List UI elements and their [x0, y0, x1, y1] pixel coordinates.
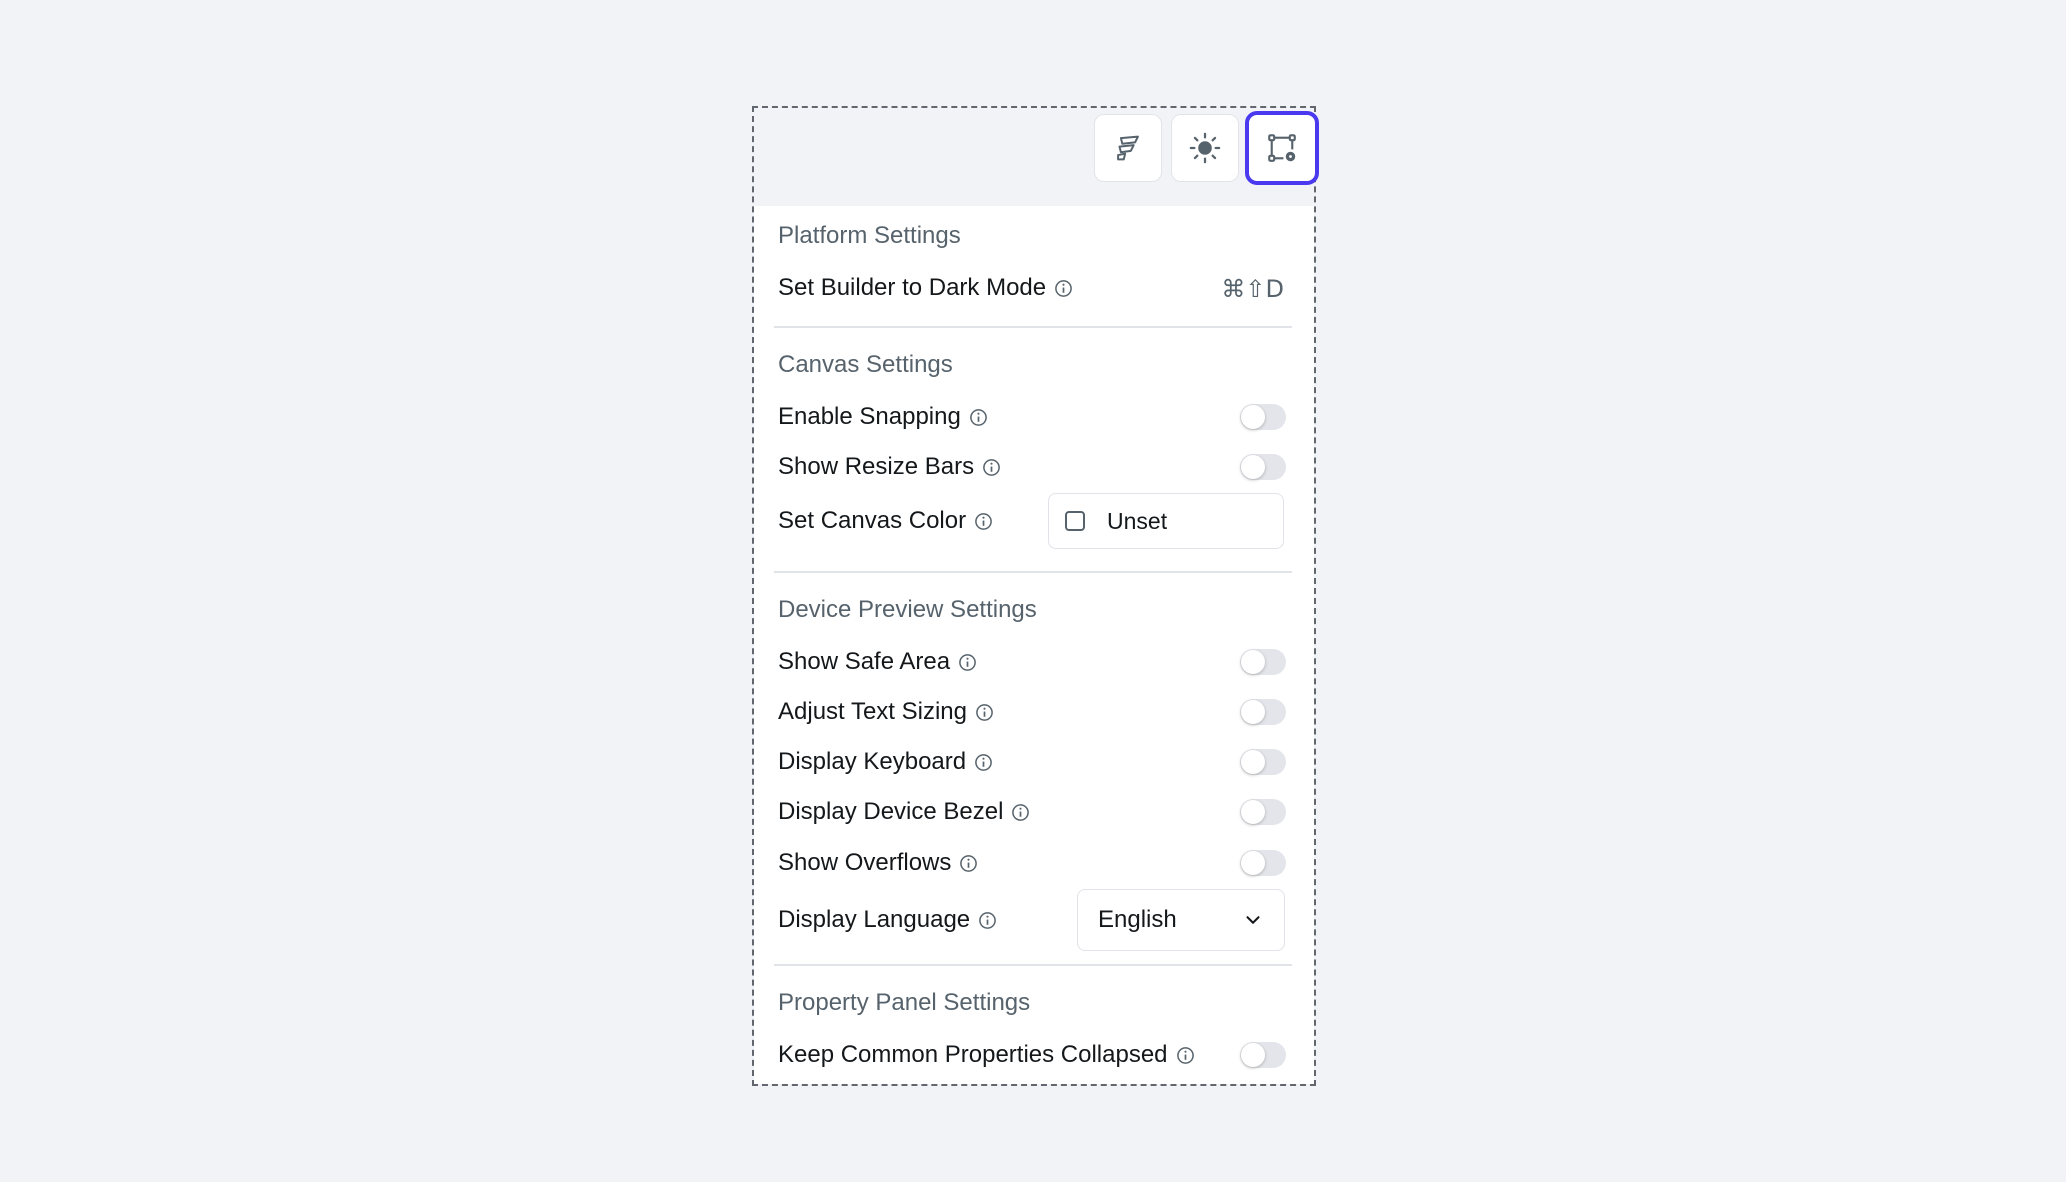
settings-frame: Platform Settings Set Builder to Dark Mo… [752, 106, 1319, 1086]
canvas-color-value: Unset [1107, 507, 1168, 534]
flutterflow-logo-icon [1117, 135, 1139, 161]
keep-collapsed-label: Keep Common Properties Collapsed [778, 1041, 1168, 1068]
show-overflows-row: Show Overflows [778, 847, 978, 879]
show-resize-bars-row: Show Resize Bars [778, 451, 1001, 483]
theme-toggle-button[interactable] [1171, 114, 1239, 182]
display-language-row: Display Language [778, 904, 997, 936]
keep-collapsed-toggle[interactable] [1240, 1042, 1286, 1068]
canvas-settings-title: Canvas Settings [778, 351, 953, 378]
adjust-text-sizing-row: Adjust Text Sizing [778, 696, 994, 728]
show-overflows-label: Show Overflows [778, 849, 952, 876]
display-keyboard-label: Display Keyboard [778, 748, 967, 775]
sun-icon [1189, 132, 1221, 164]
dark-mode-shortcut: ⌘⇧D [1221, 275, 1284, 303]
enable-snapping-toggle[interactable] [1240, 404, 1286, 430]
color-swatch [1065, 511, 1085, 531]
info-icon[interactable] [975, 703, 994, 722]
display-device-bezel-toggle[interactable] [1240, 799, 1286, 825]
info-icon[interactable] [978, 911, 997, 930]
toggle-knob [1241, 700, 1265, 724]
flutterflow-logo-button[interactable] [1094, 114, 1162, 182]
divider [774, 964, 1292, 966]
canvas-color-picker[interactable]: Unset [1048, 493, 1284, 549]
set-canvas-color-row: Set Canvas Color [778, 505, 993, 537]
toggle-knob [1241, 800, 1265, 824]
info-icon[interactable] [974, 512, 993, 531]
display-device-bezel-row: Display Device Bezel [778, 796, 1030, 828]
display-language-label: Display Language [778, 906, 971, 933]
show-resize-bars-toggle[interactable] [1240, 454, 1286, 480]
keep-collapsed-row: Keep Common Properties Collapsed [778, 1039, 1195, 1071]
settings-panel: Platform Settings Set Builder to Dark Mo… [754, 206, 1314, 1084]
display-keyboard-row: Display Keyboard [778, 746, 993, 778]
platform-settings-title: Platform Settings [778, 222, 961, 249]
toggle-knob [1241, 750, 1265, 774]
device-preview-settings-title: Device Preview Settings [778, 596, 1037, 623]
toggle-knob [1241, 851, 1265, 875]
info-icon[interactable] [1011, 803, 1030, 822]
adjust-text-sizing-label: Adjust Text Sizing [778, 698, 967, 725]
show-safe-area-label: Show Safe Area [778, 648, 951, 675]
info-icon[interactable] [1054, 279, 1073, 298]
info-icon[interactable] [982, 458, 1001, 477]
canvas-settings-button[interactable] [1245, 111, 1319, 185]
enable-snapping-label: Enable Snapping [778, 403, 961, 430]
dark-mode-label: Set Builder to Dark Mode [778, 274, 1047, 301]
info-icon[interactable] [1176, 1046, 1195, 1065]
show-resize-bars-label: Show Resize Bars [778, 453, 975, 480]
divider [774, 326, 1292, 328]
property-panel-settings-title: Property Panel Settings [778, 989, 1031, 1016]
enable-snapping-row: Enable Snapping [778, 401, 988, 433]
settings-toolbar [754, 108, 1319, 208]
set-canvas-color-label: Set Canvas Color [778, 507, 967, 534]
adjust-text-sizing-toggle[interactable] [1240, 699, 1286, 725]
info-icon[interactable] [974, 753, 993, 772]
display-device-bezel-label: Display Device Bezel [778, 798, 1004, 825]
show-safe-area-toggle[interactable] [1240, 649, 1286, 675]
show-safe-area-row: Show Safe Area [778, 646, 977, 678]
display-language-select[interactable]: English [1077, 889, 1285, 951]
toggle-knob [1241, 405, 1265, 429]
canvas-settings-icon [1268, 134, 1296, 162]
display-keyboard-toggle[interactable] [1240, 749, 1286, 775]
info-icon[interactable] [958, 653, 977, 672]
dark-mode-row[interactable]: Set Builder to Dark Mode [778, 272, 1073, 304]
divider [774, 571, 1292, 573]
toggle-knob [1241, 650, 1265, 674]
display-language-value: English [1098, 906, 1177, 933]
info-icon[interactable] [969, 408, 988, 427]
show-overflows-toggle[interactable] [1240, 850, 1286, 876]
toggle-knob [1241, 1043, 1265, 1067]
info-icon[interactable] [959, 854, 978, 873]
toggle-knob [1241, 455, 1265, 479]
chevron-down-icon [1246, 916, 1260, 924]
